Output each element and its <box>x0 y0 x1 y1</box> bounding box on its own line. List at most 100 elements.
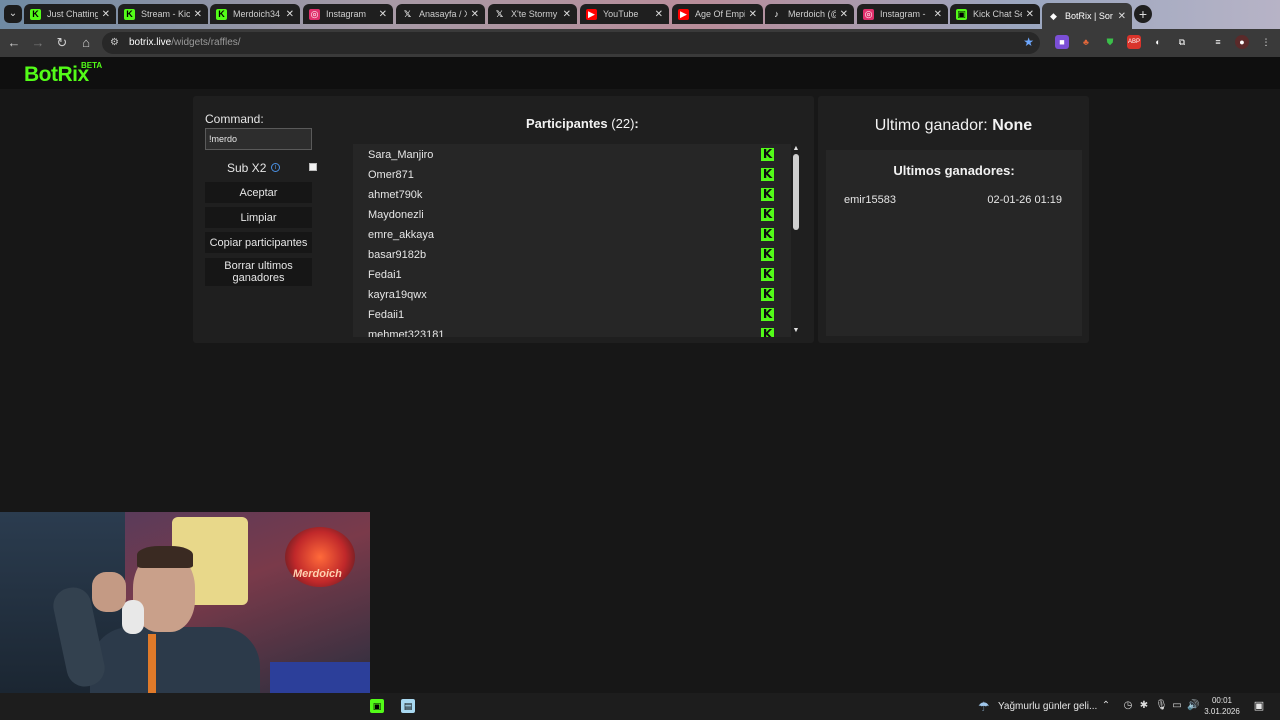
delete-last-winners-button[interactable]: Borrar ultimos ganadores <box>205 258 312 286</box>
tab-botrix[interactable]: ◆ BotRix | Sor ✕ <box>1042 3 1132 29</box>
tab-youtube[interactable]: ▶ YouTube ✕ <box>580 4 669 24</box>
botrix-icon: ◆ <box>1050 10 1057 21</box>
participants-list[interactable]: Sara_Manjiro K Omer871 K ahmet790k K Maydon… <box>353 144 791 337</box>
profile-avatar[interactable]: ● <box>1235 35 1249 49</box>
list-item: mehmet323181 K <box>353 324 791 337</box>
list-item: Fedai1 K <box>368 267 774 281</box>
new-tab-button[interactable]: + <box>1134 5 1152 23</box>
tab-age-of-empires[interactable]: ▶ Age Of Empires ✕ <box>672 4 763 24</box>
notepad-app-icon[interactable]: ▤ <box>401 699 415 713</box>
extensions-puzzle-icon[interactable]: ⧉ <box>1175 35 1189 49</box>
clock-time[interactable]: 00:01 <box>1206 696 1238 705</box>
winner-date: 02-01-26 01:19 <box>987 194 1062 206</box>
close-icon[interactable]: ✕ <box>934 9 942 20</box>
tab-merdoich34[interactable]: K Merdoich34 ✕ <box>210 4 300 24</box>
beta-badge: BETA <box>81 61 103 70</box>
list-item: Maydonezli K <box>368 207 774 221</box>
close-icon[interactable]: ✕ <box>102 9 110 20</box>
last-winners-box: Ultimos ganadores: emir15583 02-01-26 01… <box>826 150 1082 336</box>
extension-icon[interactable]: ♣ <box>1079 35 1093 49</box>
accept-button[interactable]: Aceptar <box>205 182 312 203</box>
scroll-down-arrow-icon[interactable]: ▼ <box>791 326 801 336</box>
tab-search-icon[interactable]: ⌄ <box>4 5 22 23</box>
reload-icon[interactable]: ↻ <box>54 35 70 51</box>
scrollbar-thumb[interactable] <box>793 154 799 230</box>
kick-icon: K <box>761 307 774 321</box>
instagram-icon: ◎ <box>309 8 320 20</box>
tab-tiktok-merdoich[interactable]: ♪ Merdoich (@ ✕ <box>765 4 854 24</box>
bookmark-star-icon[interactable]: ★ <box>1023 35 1034 49</box>
shield-icon[interactable]: ⛊ <box>1103 35 1117 49</box>
instagram-icon: ◎ <box>863 8 874 20</box>
tab-instagram-2[interactable]: ◎ Instagram - ✕ <box>857 4 948 24</box>
address-bar[interactable]: ⚙ botrix.live/widgets/raffles/ ★ <box>102 32 1040 54</box>
close-icon[interactable]: ✕ <box>471 9 479 20</box>
clear-button[interactable]: Limpiar <box>205 207 312 228</box>
kick-icon: K <box>216 8 227 20</box>
kick-icon: K <box>124 8 135 20</box>
site-info-icon[interactable]: ⚙ <box>110 37 122 49</box>
kick-icon: K <box>761 187 774 201</box>
tab-stream-kick[interactable]: K Stream - Kick ✕ <box>118 4 208 24</box>
close-icon[interactable]: ✕ <box>563 9 571 20</box>
command-input[interactable] <box>205 128 312 150</box>
x-icon: 𝕏 <box>495 8 504 19</box>
close-icon[interactable]: ✕ <box>749 9 757 20</box>
kick-icon: K <box>761 207 774 221</box>
browser-tab-strip: ⌄ K Just Chatting ✕ K Stream - Kick ✕ K … <box>0 0 1280 29</box>
tray-app-icon[interactable]: ◷ <box>1122 700 1134 712</box>
kick-icon: K <box>30 8 41 20</box>
network-icon[interactable]: ▭ <box>1171 700 1183 712</box>
sub-x2-checkbox[interactable] <box>309 163 317 171</box>
close-icon[interactable]: ✕ <box>194 9 202 20</box>
tab-anasayfa-x[interactable]: 𝕏 Anasayfa / X ✕ <box>396 4 485 24</box>
site-header: BotRix BETA <box>0 57 1280 89</box>
windows-taskbar: ▣ ▤ ☂ Yağmurlu günler geli... ⌃ ◷ ✱ 🎙 ▭ … <box>0 693 1280 720</box>
kick-chat-app-icon[interactable]: ▣ <box>370 699 384 713</box>
scroll-up-arrow-icon[interactable]: ▲ <box>791 144 801 154</box>
info-icon[interactable]: i <box>271 163 280 172</box>
microphone-icon[interactable]: 🎙 <box>1155 700 1168 712</box>
kick-icon: K <box>761 147 774 161</box>
back-icon[interactable]: ← <box>6 35 22 51</box>
winners-panel: Ultimo ganador: None Ultimos ganadores: … <box>818 96 1089 343</box>
close-icon[interactable]: ✕ <box>1118 11 1126 22</box>
close-icon[interactable]: ✕ <box>840 9 848 20</box>
notification-icon[interactable]: ▣ <box>1252 699 1266 713</box>
url-text: botrix.live/widgets/raffles/ <box>129 37 241 48</box>
youtube-icon: ▶ <box>586 8 597 20</box>
x-icon: 𝕏 <box>403 8 412 19</box>
close-icon[interactable]: ✕ <box>655 9 663 20</box>
adblock-icon[interactable]: ABP <box>1127 35 1141 49</box>
menu-icon[interactable]: ⋮ <box>1259 35 1273 49</box>
webcam-headphones <box>122 600 144 634</box>
botrix-logo[interactable]: BotRix <box>24 63 89 87</box>
tab-kick-chat[interactable]: ▣ Kick Chat Se ✕ <box>950 4 1040 24</box>
tab-instagram[interactable]: ◎ Instagram ✕ <box>303 4 393 24</box>
forward-icon[interactable]: → <box>30 35 46 51</box>
winner-name: emir15583 <box>844 194 896 206</box>
tab-just-chatting[interactable]: K Just Chatting ✕ <box>24 4 116 24</box>
list-item: kayra19qwx K <box>368 287 774 301</box>
close-icon[interactable]: ✕ <box>1026 9 1034 20</box>
close-icon[interactable]: ✕ <box>379 9 387 20</box>
extension-icon[interactable]: ■ <box>1055 35 1069 49</box>
volume-icon[interactable]: 🔊 <box>1187 700 1199 712</box>
sub-x2-label: Sub X2 <box>227 161 267 175</box>
kick-chat-icon: ▣ <box>956 8 967 20</box>
participants-title: Participantes (22): <box>526 116 639 131</box>
raffle-panel: Command: Sub X2 i Aceptar Limpiar Copiar… <box>193 96 814 343</box>
list-item: basar9182b K <box>368 247 774 261</box>
close-icon[interactable]: ✕ <box>286 9 294 20</box>
copy-participants-button[interactable]: Copiar participantes <box>205 232 312 253</box>
clock-date[interactable]: 3.01.2026 <box>1204 707 1240 716</box>
home-icon[interactable]: ⌂ <box>78 35 94 51</box>
chevron-up-icon[interactable]: ⌃ <box>1100 700 1112 712</box>
extension-icon[interactable]: ◐ <box>1151 35 1165 49</box>
tray-app-icon[interactable]: ✱ <box>1138 700 1150 712</box>
weather-rain-icon[interactable]: ☂ <box>978 699 990 715</box>
tab-x-stormy[interactable]: 𝕏 X'te Stormy ✕ <box>488 4 577 24</box>
command-label: Command: <box>205 112 264 126</box>
weather-text[interactable]: Yağmurlu günler geli... <box>998 701 1097 712</box>
reading-list-icon[interactable]: ≡ <box>1211 35 1225 49</box>
